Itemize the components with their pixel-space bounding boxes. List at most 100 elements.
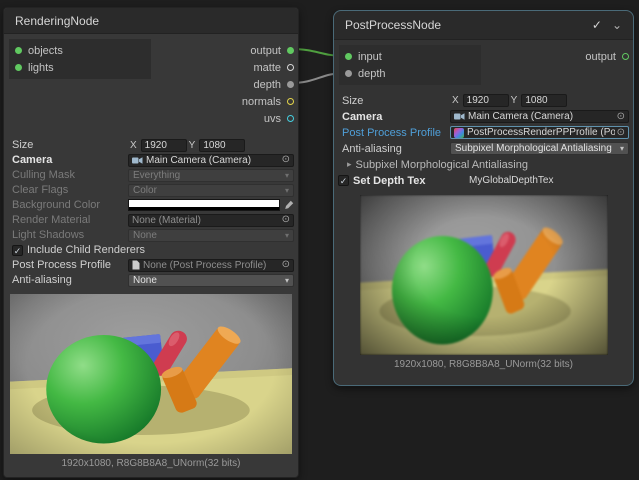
- camera-object-field[interactable]: Main Camera (Camera) ⊙: [450, 110, 629, 123]
- light-shadows-label: Light Shadows: [8, 229, 128, 241]
- output-ports-column: output: [585, 45, 633, 68]
- render-material-object-field[interactable]: None (Material) ⊙: [128, 214, 294, 227]
- dropdown-arrow-icon: ▾: [285, 276, 289, 285]
- port-dot-input[interactable]: [345, 53, 352, 60]
- culling-mask-label: Culling Mask: [8, 169, 128, 181]
- port-depth[interactable]: depth: [339, 65, 481, 82]
- rendering-node-ports: objects lights output matte depth normal…: [4, 34, 298, 135]
- preview-caption: 1920x1080, R8G8B8A8_UNorm(32 bits): [334, 359, 633, 370]
- size-x-label: X: [452, 95, 459, 106]
- size-row: Size X 1920 Y 1080: [338, 93, 629, 108]
- postprocess-node-header[interactable]: PostProcessNode ✓ ⌄: [334, 11, 633, 40]
- post-process-profile-value: PostProcessRenderPPProfile (Pos: [467, 127, 615, 138]
- camera-label: Camera: [338, 111, 450, 123]
- port-dot-lights[interactable]: [15, 64, 22, 71]
- port-dot-normals[interactable]: [287, 98, 294, 105]
- output-ports-column: output matte depth normals uvs: [242, 39, 298, 130]
- camera-icon: [454, 112, 465, 121]
- camera-value: Main Camera (Camera): [468, 111, 615, 122]
- port-label: uvs: [264, 113, 281, 125]
- object-picker-icon[interactable]: ⊙: [617, 112, 625, 122]
- size-x-input[interactable]: 1920: [141, 139, 187, 152]
- port-output[interactable]: output: [585, 48, 629, 65]
- light-shadows-row: Light Shadows None ▾: [8, 228, 294, 242]
- port-label: objects: [28, 45, 63, 57]
- port-uvs[interactable]: uvs: [264, 110, 294, 127]
- document-icon: [132, 260, 140, 270]
- port-input[interactable]: input: [339, 48, 481, 65]
- port-depth[interactable]: depth: [253, 76, 294, 93]
- postprocess-node[interactable]: PostProcessNode ✓ ⌄ input depth output S…: [333, 10, 634, 386]
- dropdown-arrow-icon: ▾: [285, 171, 289, 180]
- anti-aliasing-dropdown[interactable]: Subpixel Morphological Antialiasing ▾: [450, 142, 629, 155]
- set-depth-tex-input[interactable]: MyGlobalDepthTex: [465, 174, 629, 187]
- light-shadows-dropdown[interactable]: None ▾: [128, 229, 294, 242]
- port-lights[interactable]: lights: [9, 59, 151, 76]
- port-label: output: [250, 45, 281, 57]
- size-y-input[interactable]: 1080: [521, 94, 567, 107]
- post-process-profile-label[interactable]: Post Process Profile: [338, 127, 450, 139]
- smaa-foldout[interactable]: ▸ Subpixel Morphological Antialiasing: [338, 157, 629, 172]
- node-enabled-checkmark-icon[interactable]: ✓: [592, 18, 602, 32]
- dropdown-arrow-icon: ▾: [285, 186, 289, 195]
- camera-icon: [132, 156, 143, 165]
- clear-flags-row: Clear Flags Color ▾: [8, 183, 294, 197]
- port-output[interactable]: output: [250, 42, 294, 59]
- port-label: output: [585, 51, 616, 63]
- anti-aliasing-label: Anti-aliasing: [8, 274, 128, 286]
- size-y-input[interactable]: 1080: [199, 139, 245, 152]
- port-dot-objects[interactable]: [15, 47, 22, 54]
- eyedropper-icon[interactable]: [284, 200, 294, 210]
- post-process-profile-label: Post Process Profile: [8, 259, 128, 271]
- port-dot-depth[interactable]: [345, 70, 352, 77]
- include-child-renderers-checkbox[interactable]: ✓: [12, 245, 23, 256]
- rendering-node[interactable]: RenderingNode objects lights output matt…: [3, 7, 299, 478]
- object-picker-icon[interactable]: ⊙: [282, 215, 290, 225]
- post-process-profile-object-field[interactable]: None (Post Process Profile) ⊙: [128, 259, 294, 272]
- post-process-profile-row: Post Process Profile None (Post Process …: [8, 258, 294, 272]
- object-picker-icon[interactable]: ⊙: [282, 155, 290, 165]
- camera-row: Camera Main Camera (Camera) ⊙: [8, 153, 294, 167]
- camera-object-field[interactable]: Main Camera (Camera) ⊙: [128, 154, 294, 167]
- size-label: Size: [8, 139, 128, 151]
- port-objects[interactable]: objects: [9, 42, 151, 59]
- post-process-profile-object-field[interactable]: PostProcessRenderPPProfile (Pos ⊙: [450, 126, 629, 139]
- dropdown-arrow-icon: ▾: [285, 231, 289, 240]
- postprocess-node-ports: input depth output: [334, 40, 633, 90]
- port-dot-depth[interactable]: [287, 81, 294, 88]
- port-dot-matte[interactable]: [287, 64, 294, 71]
- port-label: normals: [242, 96, 281, 108]
- background-color-swatch[interactable]: [128, 199, 280, 211]
- port-dot-output[interactable]: [287, 47, 294, 54]
- culling-mask-dropdown[interactable]: Everything ▾: [128, 169, 294, 182]
- anti-aliasing-dropdown[interactable]: None ▾: [128, 274, 294, 287]
- clear-flags-dropdown[interactable]: Color ▾: [128, 184, 294, 197]
- port-matte[interactable]: matte: [253, 59, 294, 76]
- camera-label: Camera: [8, 154, 128, 166]
- port-dot-uvs[interactable]: [287, 115, 294, 122]
- camera-row: Camera Main Camera (Camera) ⊙: [338, 109, 629, 124]
- camera-value: Main Camera (Camera): [146, 155, 280, 166]
- object-picker-icon[interactable]: ⊙: [282, 260, 290, 270]
- port-dot-output[interactable]: [622, 53, 629, 60]
- port-label: depth: [358, 68, 386, 80]
- clear-flags-label: Clear Flags: [8, 184, 128, 196]
- postprocess-node-properties: Size X 1920 Y 1080 Camera Main Camera (C…: [334, 90, 633, 191]
- object-picker-icon[interactable]: ⊙: [617, 128, 625, 138]
- render-preview-image: [10, 294, 292, 454]
- input-ports-box: objects lights: [9, 39, 151, 79]
- render-material-label: Render Material: [8, 214, 128, 226]
- size-x-input[interactable]: 1920: [463, 94, 509, 107]
- postprocess-preview-image: [360, 195, 608, 355]
- port-label: lights: [28, 62, 54, 74]
- size-y-label: Y: [511, 95, 518, 106]
- smaa-foldout-label: Subpixel Morphological Antialiasing: [356, 159, 528, 171]
- port-normals[interactable]: normals: [242, 93, 294, 110]
- foldout-arrow-icon: ▸: [347, 159, 352, 170]
- dropdown-arrow-icon: ▾: [620, 144, 624, 153]
- rendering-node-header[interactable]: RenderingNode: [4, 8, 298, 34]
- chevron-down-icon[interactable]: ⌄: [612, 18, 622, 32]
- render-material-row: Render Material None (Material) ⊙: [8, 213, 294, 227]
- set-depth-tex-label: Set Depth Tex: [353, 175, 465, 187]
- set-depth-tex-checkbox[interactable]: ✓: [338, 175, 349, 186]
